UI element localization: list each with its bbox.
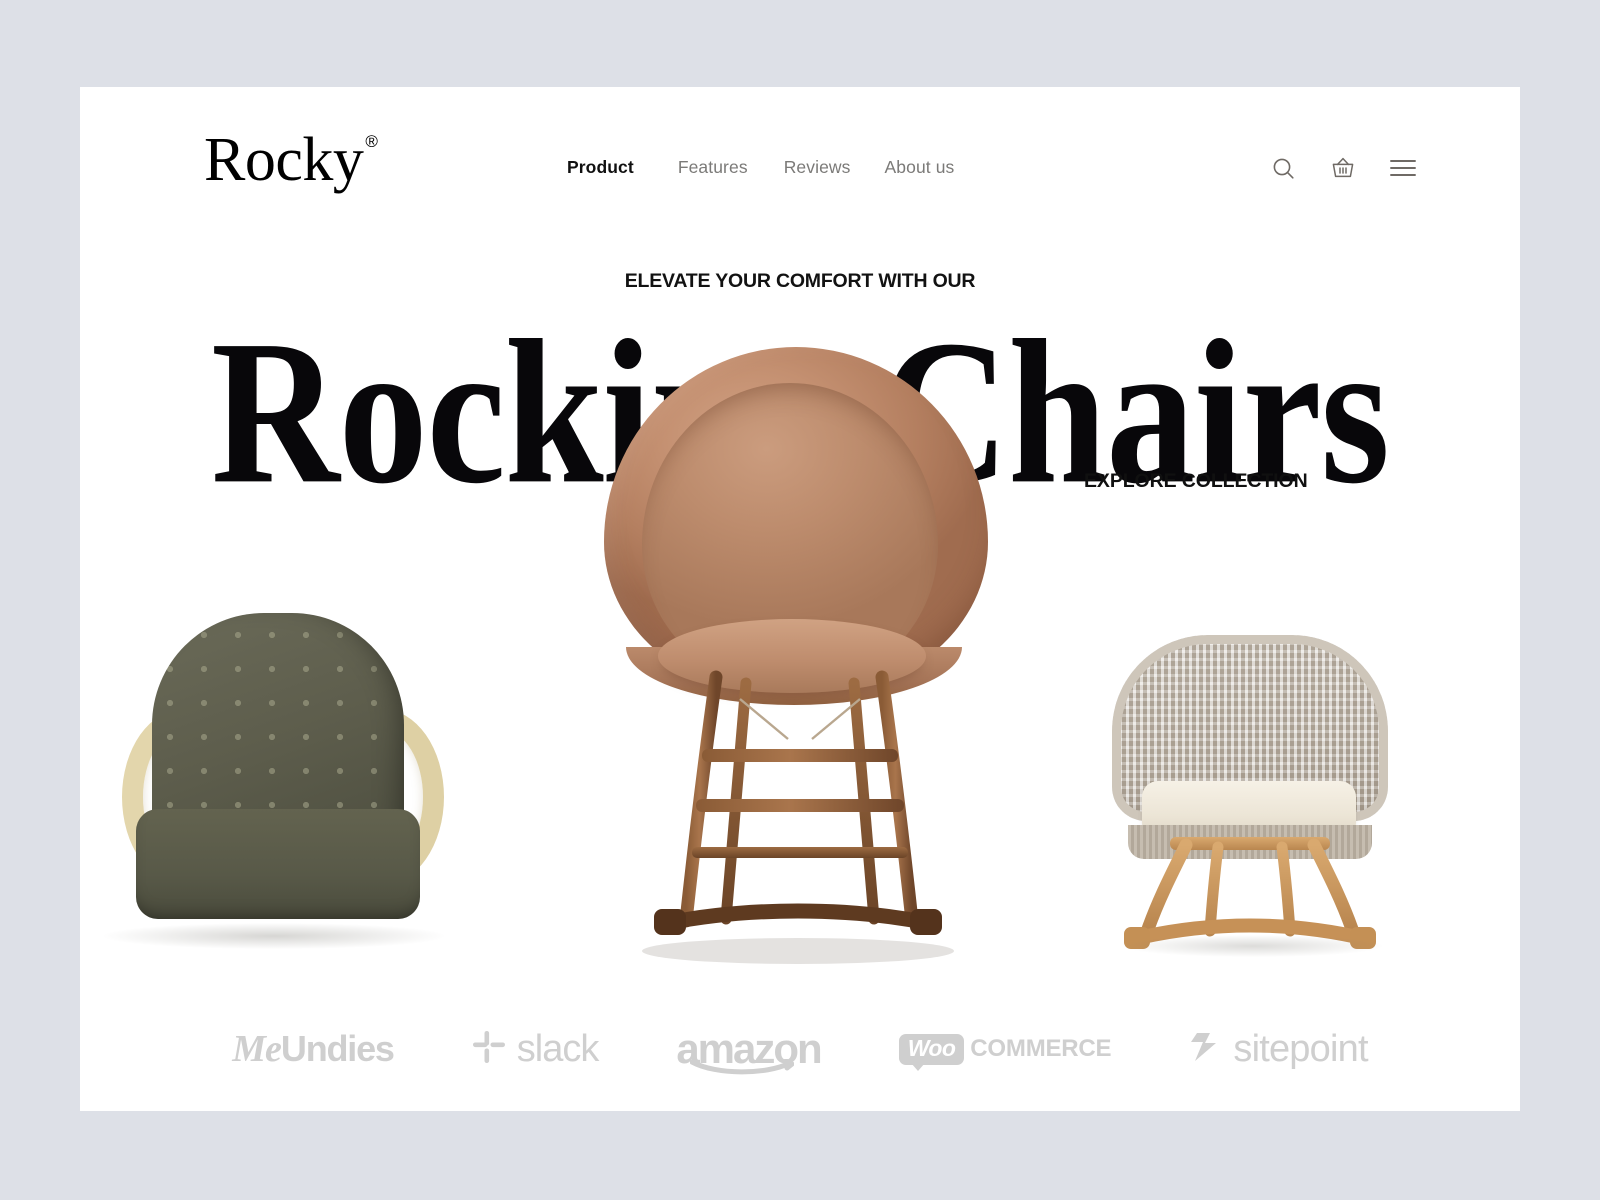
sitepoint-wordmark: sitepoint — [1233, 1027, 1368, 1070]
slack-wordmark: slack — [516, 1027, 600, 1070]
chair-wooden-frame — [642, 670, 954, 964]
woocommerce-wordmark: COMMERCE — [970, 1035, 1112, 1062]
product-image-olive-fabric-rocking-chair[interactable] — [90, 605, 470, 965]
registered-trademark-icon: ® — [365, 132, 378, 151]
explore-collection-button[interactable]: EXPLORE COLLECTION — [1084, 470, 1308, 493]
chair-shadow — [1124, 935, 1382, 957]
brand-logo-text: Rocky — [204, 126, 364, 194]
main-navigation: Product Features Reviews About us — [567, 157, 994, 178]
hero-eyebrow: ELEVATE YOUR COMFORT WITH OUR — [624, 270, 976, 292]
amazon-smile-icon — [690, 1059, 795, 1075]
brand-logo-strip: Me Undies slack amazon Woo COMMERCE site… — [80, 1009, 1520, 1089]
page-card: Rocky ® Product Features Reviews About u… — [80, 87, 1520, 1111]
chair-backrest — [152, 613, 404, 835]
nav-item-reviews[interactable]: Reviews — [784, 157, 885, 178]
product-image-woven-rope-rocking-chair[interactable] — [1100, 635, 1400, 965]
explore-collection-label: EXPLORE COLLECTION — [1084, 470, 1308, 492]
nav-item-about-us[interactable]: About us — [885, 157, 995, 178]
brand-logo-amazon[interactable]: amazon — [676, 1025, 823, 1075]
brand-logo-slack[interactable]: slack — [472, 1028, 599, 1071]
hamburger-menu-icon[interactable] — [1388, 153, 1418, 183]
chair-seat — [136, 809, 420, 919]
woo-badge: Woo — [898, 1033, 965, 1071]
nav-item-features[interactable]: Features — [678, 157, 784, 178]
search-icon[interactable] — [1268, 153, 1298, 183]
sitepoint-chevron-icon — [1189, 1030, 1223, 1069]
brand-logo-woocommerce[interactable]: Woo COMMERCE — [898, 1033, 1112, 1071]
brand-logo-sitepoint[interactable]: sitepoint — [1189, 1027, 1369, 1071]
brand-logo[interactable]: Rocky ® — [204, 129, 378, 191]
slack-hash-icon — [472, 1030, 506, 1069]
product-stage — [80, 87, 1520, 1111]
site-header: Rocky ® Product Features Reviews About u… — [80, 87, 1520, 227]
header-actions — [1268, 153, 1418, 183]
meundies-script-part: Me — [232, 1028, 282, 1070]
chair-shadow — [104, 923, 444, 949]
basket-icon[interactable] — [1328, 153, 1358, 183]
product-image-tan-leather-rocking-chair[interactable] — [598, 347, 998, 967]
meundies-bold-part: Undies — [280, 1028, 395, 1069]
brand-logo-meundies[interactable]: Me Undies — [232, 1027, 395, 1071]
nav-item-product[interactable]: Product — [567, 157, 678, 178]
